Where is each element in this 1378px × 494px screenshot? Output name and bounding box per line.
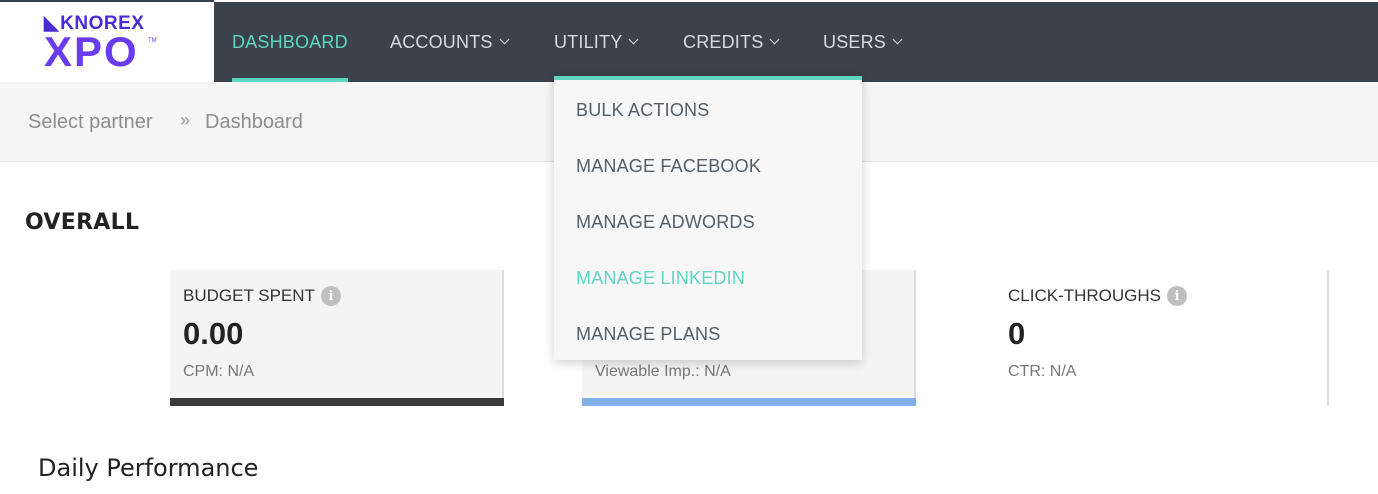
nav-users-label: USERS [823, 31, 887, 52]
overall-heading: OVERALL [25, 210, 140, 235]
daily-performance-heading: Daily Performance [38, 454, 259, 482]
viewable-impressions-value: Viewable Imp.: N/A [595, 363, 731, 380]
logo-trademark: TM [148, 38, 157, 44]
budget-spent-label: BUDGET SPENT [183, 286, 315, 305]
impressions-bar [582, 398, 916, 406]
breadcrumb-dashboard: Dashboard [205, 111, 303, 133]
nav-utility[interactable]: UTILITY [554, 2, 639, 82]
utility-dropdown-menu: BULK ACTIONS MANAGE FACEBOOK MANAGE ADWO… [554, 76, 862, 360]
menu-item-bulk-actions[interactable]: BULK ACTIONS [576, 100, 709, 121]
logo[interactable]: ◣KNOREX XPO TM [0, 0, 214, 82]
budget-spent-label-row: BUDGET SPENT i [183, 286, 341, 306]
budget-spent-bar [170, 398, 504, 406]
nav-credits[interactable]: CREDITS [683, 2, 780, 82]
info-icon[interactable]: i [320, 286, 341, 306]
top-bar: ◣KNOREX XPO TM DASHBOARD ACCOUNTS UTILIT… [0, 0, 1378, 82]
nav-accounts[interactable]: ACCOUNTS [390, 2, 510, 82]
nav-utility-label: UTILITY [554, 31, 623, 52]
nav-accounts-label: ACCOUNTS [390, 31, 493, 52]
chevron-down-icon [628, 34, 639, 44]
budget-spent-value: 0.00 [183, 316, 244, 351]
nav-users[interactable]: USERS [823, 2, 903, 82]
click-throughs-label-row: CLICK-THROUGHS i [1008, 286, 1188, 306]
chevron-down-icon [769, 34, 780, 44]
menu-item-manage-adwords[interactable]: MANAGE ADWORDS [576, 212, 755, 233]
menu-item-manage-plans[interactable]: MANAGE PLANS [576, 324, 720, 345]
nav-credits-label: CREDITS [683, 31, 764, 52]
cpm-value: CPM: N/A [183, 363, 255, 380]
info-icon[interactable]: i [1167, 286, 1188, 306]
logo-product-text: XPO [44, 28, 139, 75]
breadcrumb-select-partner[interactable]: Select partner [28, 111, 153, 134]
double-chevron-right-icon: » [180, 110, 191, 130]
main-nav: DASHBOARD ACCOUNTS UTILITY CREDITS USERS [214, 2, 1378, 82]
chevron-down-icon [892, 34, 903, 44]
click-throughs-label: CLICK-THROUGHS [1008, 286, 1162, 305]
menu-item-manage-linkedin[interactable]: MANAGE LINKEDIN [576, 268, 745, 289]
menu-item-manage-facebook[interactable]: MANAGE FACEBOOK [576, 156, 761, 177]
nav-dashboard-label: DASHBOARD [232, 31, 348, 52]
click-throughs-card: CLICK-THROUGHS i 0 CTR: N/A [995, 270, 1329, 406]
click-throughs-value: 0 [1008, 316, 1026, 351]
chevron-down-icon [499, 34, 510, 44]
nav-dashboard[interactable]: DASHBOARD [232, 2, 348, 82]
ctr-value: CTR: N/A [1008, 363, 1077, 380]
budget-spent-card: BUDGET SPENT i 0.00 CPM: N/A [170, 270, 504, 406]
